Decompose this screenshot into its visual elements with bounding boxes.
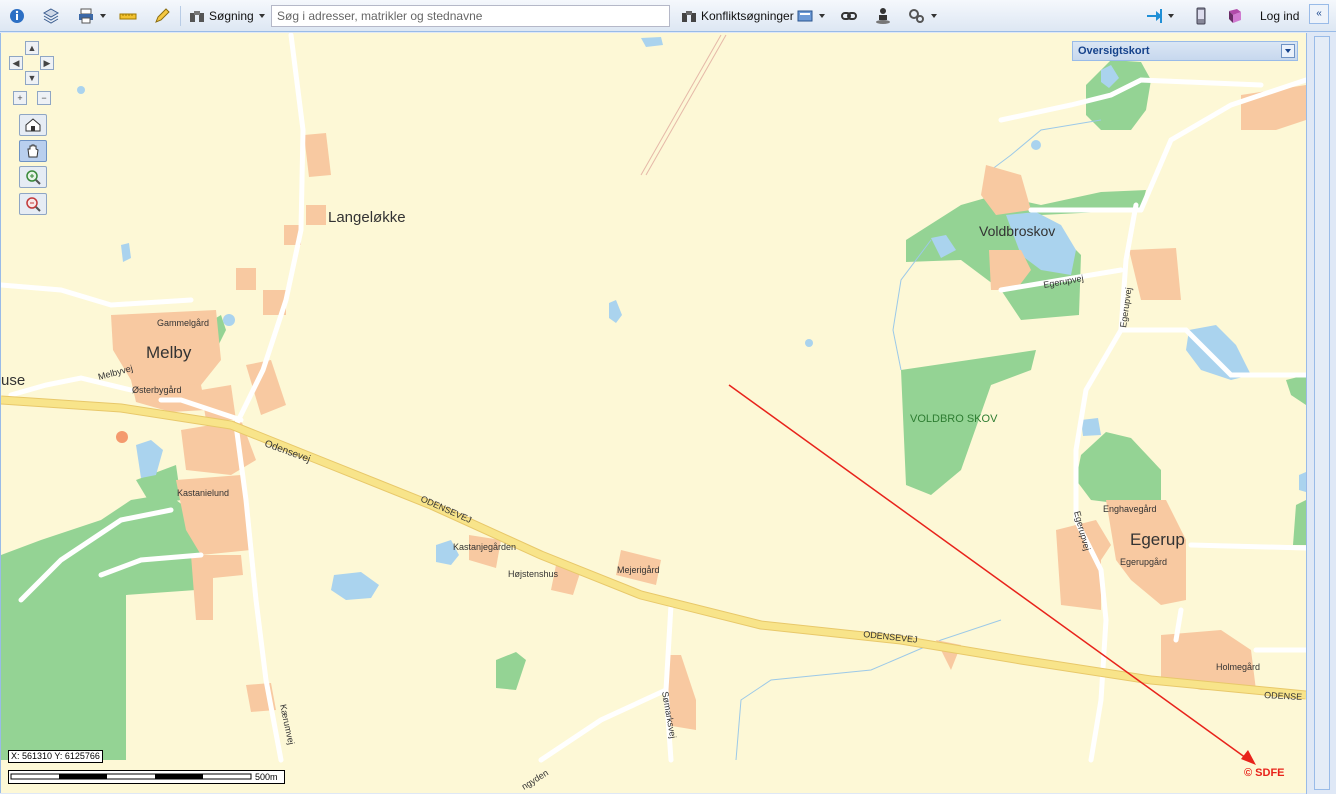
person-icon (876, 8, 890, 24)
label-mejerigaard: Mejerigård (617, 565, 660, 575)
plus-icon: + (17, 93, 23, 103)
label-kastanielund: Kastanielund (177, 488, 229, 498)
search-mode-button[interactable]: Søgning (188, 4, 265, 28)
tools-button[interactable] (908, 4, 937, 28)
red-arrow-head (1241, 750, 1256, 765)
label-use: use (1, 372, 25, 389)
chevron-down-icon (1285, 49, 1291, 53)
chevron-up-icon: ▲ (27, 43, 37, 53)
road-outlines (640, 34, 727, 176)
label-engyden: ngyden (520, 768, 550, 792)
login-label: Log ind (1260, 9, 1300, 23)
label-egerupvej-b: Egerupvej (1118, 287, 1134, 329)
layers-button[interactable] (42, 4, 60, 28)
zoom-out-icon (26, 197, 41, 212)
link-button[interactable] (840, 4, 858, 28)
chevron-down-icon: ▼ (27, 73, 37, 83)
search-mode-label: Søgning (209, 9, 254, 23)
label-langeloekke: Langeløkke (328, 209, 406, 226)
right-collapsed-bar[interactable] (1314, 36, 1330, 790)
conflict-search-button[interactable]: Konfliktsøgninger (680, 4, 794, 28)
map-svg: Langeløkke Melby use Voldbroskov VOLDBRO… (1, 33, 1306, 792)
data-tools-caret[interactable] (819, 14, 825, 18)
help-button[interactable] (1226, 4, 1244, 28)
zoom-in-icon (26, 170, 41, 185)
print-button[interactable] (77, 4, 106, 28)
home-button[interactable] (19, 114, 47, 136)
label-kastanjegaarden: Kastanjegården (453, 542, 516, 552)
label-egerup: Egerup (1130, 530, 1185, 549)
label-enghavegaard: Enghavegård (1103, 504, 1157, 514)
binoculars-icon (682, 11, 696, 22)
mobile-phone-icon (1196, 7, 1206, 25)
chevron-left-icon: ◀ (12, 58, 20, 68)
home-icon (25, 118, 41, 132)
label-melby: Melby (146, 343, 192, 362)
mobile-button[interactable] (1192, 4, 1210, 28)
chevron-right-icon: ▶ (43, 58, 51, 68)
layers-icon (42, 8, 60, 24)
label-voldbro-skov: VOLDBRO SKOV (910, 413, 998, 425)
zoom-in-small-button[interactable]: + (13, 91, 27, 105)
search-input[interactable] (271, 5, 670, 27)
label-odensevej-caps: ODENSEVEJ (419, 494, 473, 525)
measure-button[interactable] (119, 4, 137, 28)
login-button[interactable]: Log ind (1260, 4, 1299, 28)
copyright-label: © SDFE (1244, 767, 1285, 779)
overview-title: Oversigtskort (1078, 45, 1150, 57)
label-odensevej: Odensevej (263, 438, 312, 465)
pan-right-button[interactable]: ▶ (40, 56, 54, 70)
info-button[interactable] (8, 4, 26, 28)
label-holmegaard: Holmegård (1216, 662, 1260, 672)
pan-tool-button[interactable] (19, 140, 47, 162)
scale-bar: 500m (8, 770, 285, 784)
export-button[interactable] (1145, 4, 1174, 28)
pan-left-button[interactable]: ◀ (9, 56, 23, 70)
tools-caret[interactable] (931, 14, 937, 18)
label-hoejstenshus: Højstenshus (508, 569, 559, 579)
book-icon (1229, 9, 1241, 23)
data-tools-button[interactable] (796, 4, 825, 28)
binoculars-icon (190, 11, 204, 22)
double-chevron-icon: « (1316, 8, 1322, 19)
label-egerupgaard: Egerupgård (1120, 557, 1167, 567)
conflict-search-label: Konfliktsøgninger (701, 9, 794, 23)
hand-icon (27, 144, 39, 158)
printer-icon (79, 8, 93, 24)
scale-bar-graphic (10, 773, 252, 780)
label-odense-cut: ODENSE (1264, 690, 1302, 702)
coordinate-readout: X: 561310 Y: 6125766 (8, 750, 103, 763)
label-melbyvej: Melbyvej (97, 363, 134, 382)
collapse-panel-button[interactable]: « (1309, 4, 1329, 24)
minus-icon: − (41, 93, 47, 103)
arrow-right-icon (1147, 9, 1162, 23)
gears-icon (909, 9, 924, 23)
search-mode-caret[interactable] (258, 14, 265, 18)
map-canvas[interactable]: Langeløkke Melby use Voldbroskov VOLDBRO… (0, 33, 1306, 793)
print-dropdown-caret[interactable] (100, 14, 106, 18)
zoom-out-small-button[interactable]: − (37, 91, 51, 105)
pencil-icon (155, 8, 170, 23)
toolbar: Søgning Konfliktsøgninger Log ind « (0, 0, 1336, 32)
streetview-button[interactable] (874, 4, 892, 28)
overview-toggle-button[interactable] (1281, 44, 1295, 58)
pan-up-button[interactable]: ▲ (25, 41, 39, 55)
draw-button[interactable] (153, 4, 171, 28)
ruler-icon (119, 13, 137, 20)
label-kaerumvej: Kærumvej (278, 703, 296, 745)
label-gammelgaard: Gammelgård (157, 318, 209, 328)
zoom-in-tool-button[interactable] (19, 166, 47, 188)
overview-map-panel[interactable]: Oversigtskort (1072, 41, 1298, 61)
scale-label: 500m (255, 772, 278, 782)
database-icon (797, 10, 813, 22)
export-caret[interactable] (1168, 14, 1174, 18)
label-voldbroskov: Voldbroskov (979, 223, 1055, 239)
label-oesterbygaard: Østerbygård (132, 385, 182, 395)
info-icon (10, 9, 24, 23)
pan-down-button[interactable]: ▼ (25, 71, 39, 85)
link-icon (841, 12, 857, 20)
building-areas (111, 85, 1306, 730)
zoom-out-tool-button[interactable] (19, 193, 47, 215)
